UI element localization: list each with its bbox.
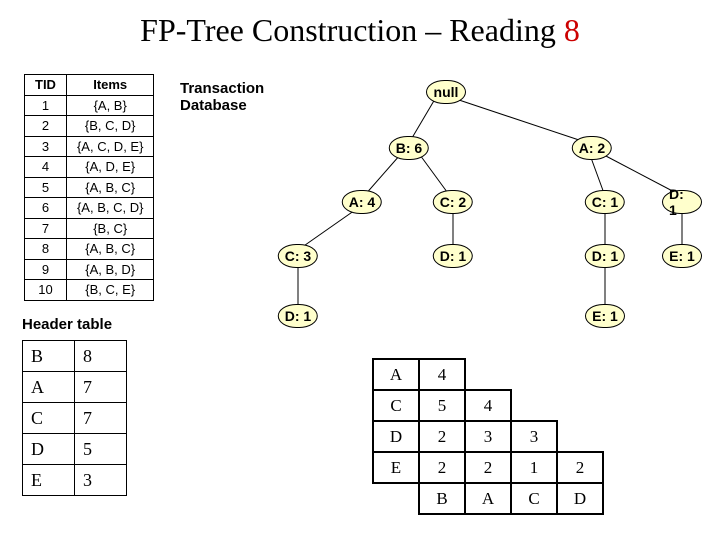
header-table: B8A7C7D5E3 (22, 340, 127, 496)
table-row: E2212 (373, 452, 603, 483)
table-row: 9{A, B, D} (25, 259, 154, 280)
table-row: C7 (23, 403, 127, 434)
table-row: 7{B, C} (25, 218, 154, 239)
table-row: 2{B, C, D} (25, 116, 154, 137)
table-row: 8{A, B, C} (25, 239, 154, 260)
transaction-table: TID Items 1{A, B}2{B, C, D}3{A, C, D, E}… (24, 74, 154, 301)
tree-node-d1a: D: 1 (662, 190, 702, 214)
tree-node-c1: C: 1 (585, 190, 625, 214)
tree-node-e1a: E: 1 (662, 244, 702, 268)
page-title: FP-Tree Construction – Reading 8 (0, 0, 720, 49)
txn-col-items: Items (66, 75, 153, 96)
transaction-db-label: TransactionDatabase (180, 80, 264, 114)
tree-node-a2: A: 2 (572, 136, 612, 160)
table-row: A4 (373, 359, 603, 390)
tree-node-a4: A: 4 (342, 190, 382, 214)
tree-node-c2: C: 2 (433, 190, 473, 214)
tree-node-d1d: D: 1 (278, 304, 318, 328)
tree-node-null: null (426, 80, 466, 104)
table-row: 6{A, B, C, D} (25, 198, 154, 219)
conditional-matrix: A4C54D233E2212BACD (372, 358, 604, 515)
tree-node-e1b: E: 1 (585, 304, 625, 328)
table-row: BACD (373, 483, 603, 514)
table-row: C54 (373, 390, 603, 421)
tree-node-c3: C: 3 (278, 244, 318, 268)
txn-col-tid: TID (25, 75, 67, 96)
tree-node-d1b: D: 1 (433, 244, 473, 268)
table-row: D233 (373, 421, 603, 452)
table-row: 4{A, D, E} (25, 157, 154, 178)
table-row: B8 (23, 341, 127, 372)
table-row: 5{A, B, C} (25, 177, 154, 198)
header-table-label: Header table (22, 316, 112, 333)
tree-node-b6: B: 6 (389, 136, 429, 160)
table-row: A7 (23, 372, 127, 403)
tree-node-d1c: D: 1 (585, 244, 625, 268)
table-row: 1{A, B} (25, 95, 154, 116)
table-row: E3 (23, 465, 127, 496)
table-row: D5 (23, 434, 127, 465)
table-row: 3{A, C, D, E} (25, 136, 154, 157)
table-row: 10{B, C, E} (25, 280, 154, 301)
